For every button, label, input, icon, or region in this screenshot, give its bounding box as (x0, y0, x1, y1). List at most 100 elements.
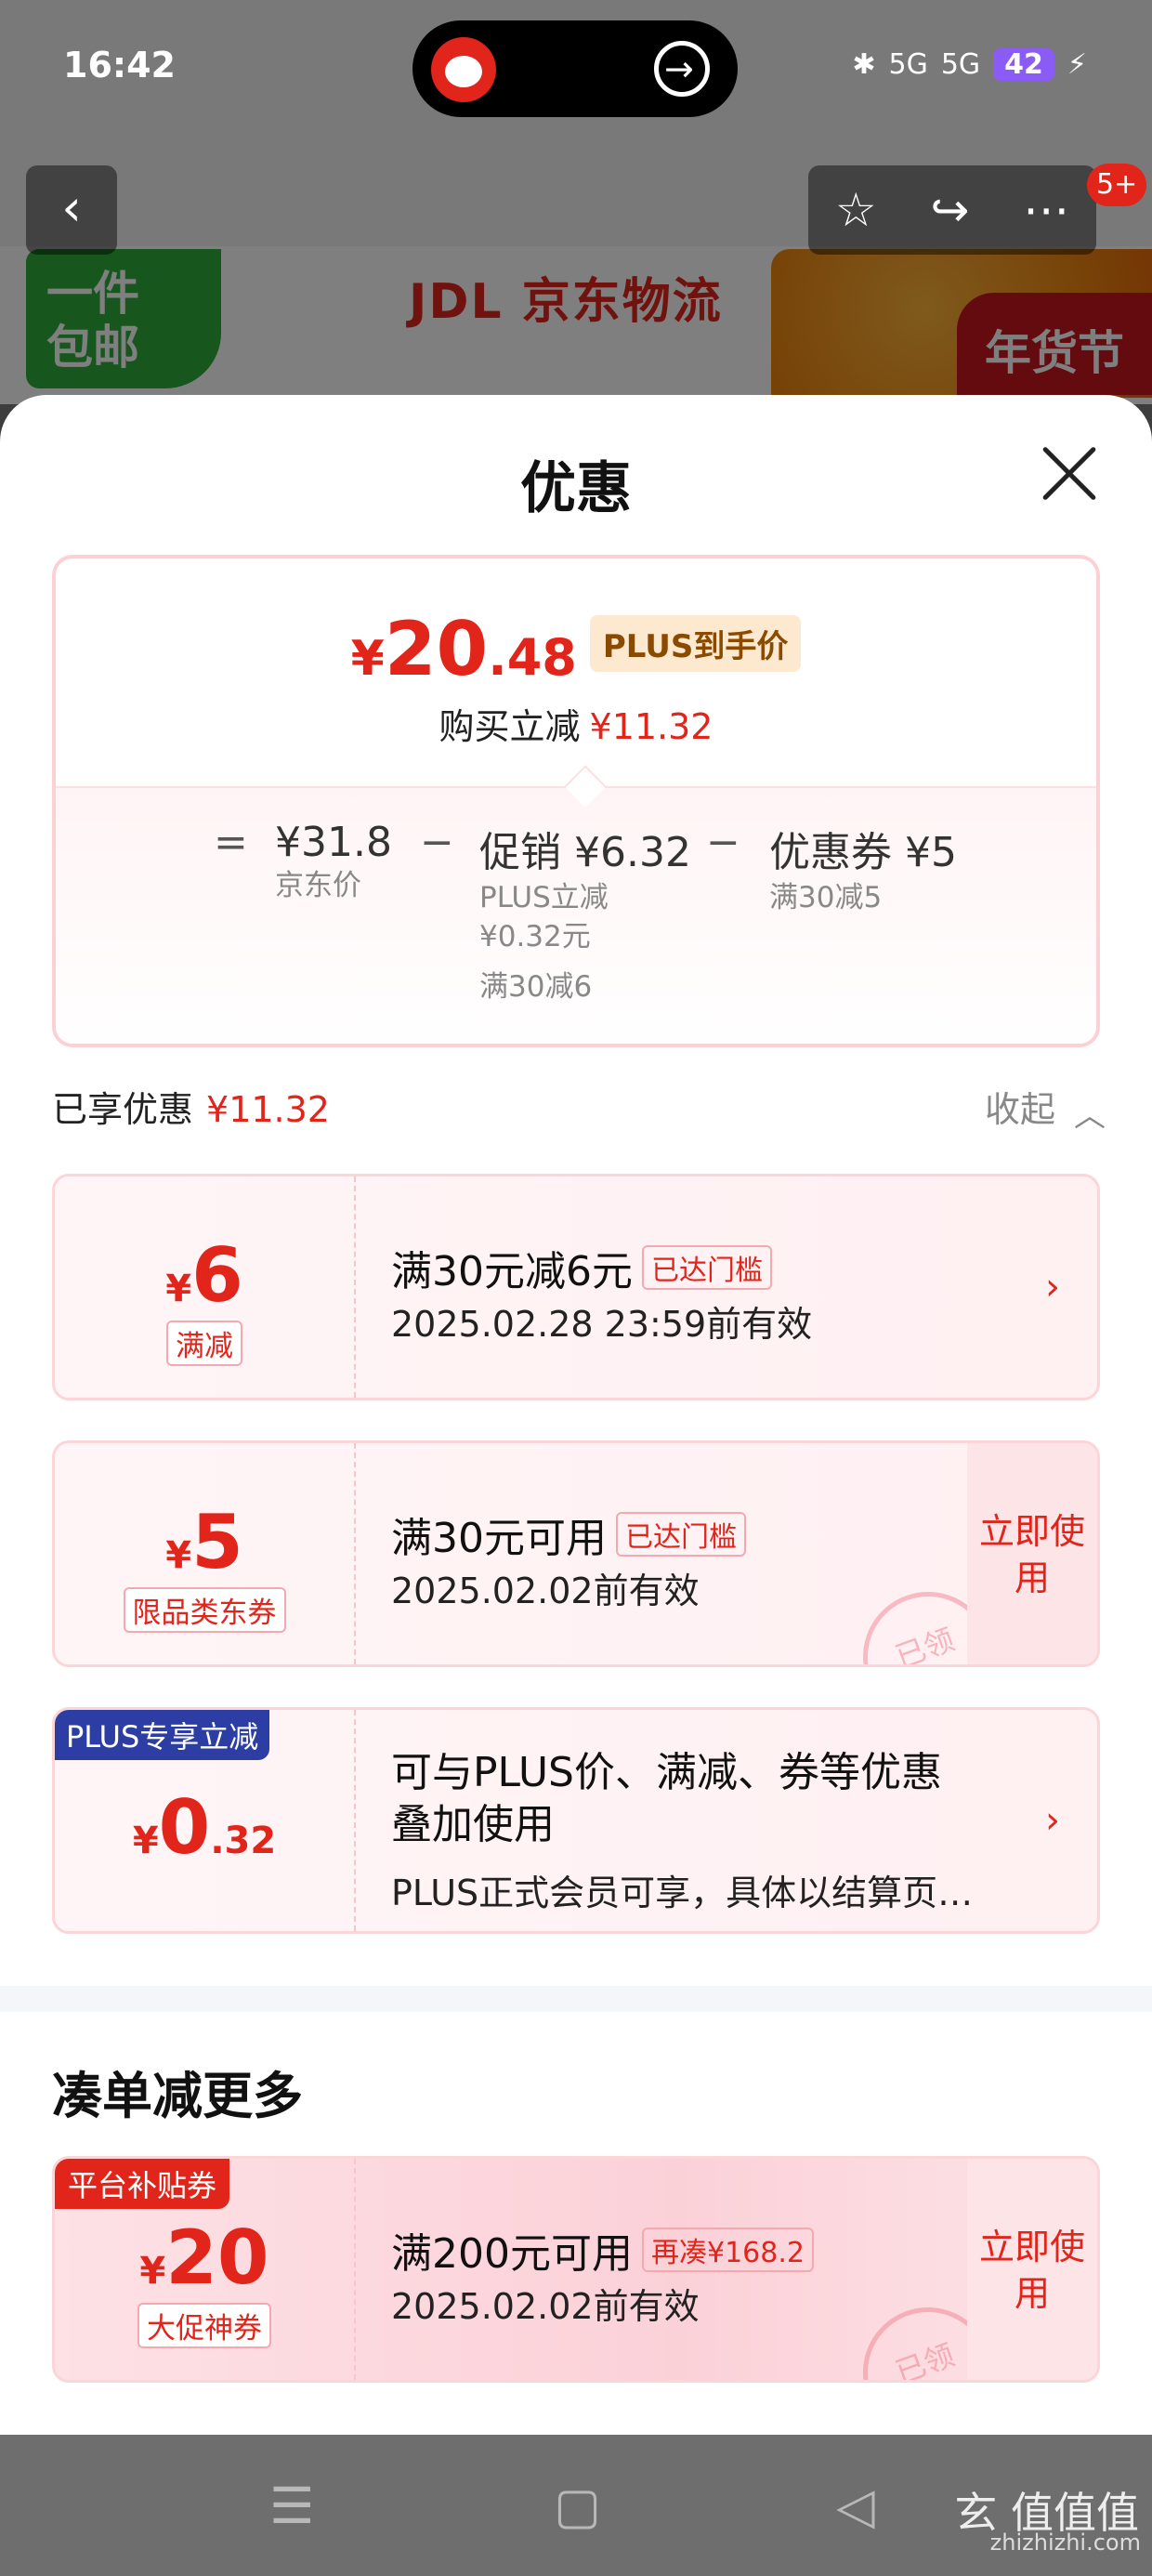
coupon-divider (354, 1443, 356, 1664)
menu-icon[interactable]: ☰ (269, 2477, 314, 2535)
saving-label: 购买立减 (439, 706, 581, 747)
coupon-divider (354, 1710, 356, 1931)
coupon-value: ¥5 (55, 1499, 354, 1585)
coupon-title-line2: 叠加使用 (391, 1801, 555, 1848)
battery-icon: 42 (993, 48, 1054, 81)
discount-sheet: 优惠 ¥20 .48 PLUS到手价 购买立减 ¥11.32 = ¥31.8 京东… (0, 395, 1152, 2435)
coupon-type-label: 满减 (166, 1321, 242, 1366)
coupon-yen: ¥ (165, 1268, 192, 1310)
coupon-platform[interactable]: 平台补贴券 ¥20 大促神券 满200元可用 再凑¥168.2 2025.02.0… (52, 2156, 1100, 2383)
promo-block: 促销 ¥6.32 PLUS立减 ¥0.32元 满30减6 (479, 819, 691, 1006)
bluetooth-icon: ✱ (852, 48, 876, 81)
use-now-button[interactable]: 立即使用 (967, 2159, 1097, 2380)
coupon-type: 满减 (55, 1321, 354, 1366)
price-summary-card: ¥20 .48 PLUS到手价 购买立减 ¥11.32 = ¥31.8 京东价 −… (52, 555, 1100, 1047)
nav-actions: ☆ ↪ ⋯ (808, 165, 1096, 255)
coupon-divider (354, 1176, 356, 1398)
chevron-right-icon[interactable]: › (1045, 1799, 1060, 1842)
coupon-yen: ¥ (132, 1820, 159, 1862)
coupon-full-reduce[interactable]: ¥6 满减 满30元减6元 已达门槛 2025.02.28 23:59前有效 › (52, 1174, 1100, 1400)
coupon-expiry: 2025.02.02前有效 (391, 2286, 700, 2327)
coupon-amount: 优惠券 ¥5 (769, 829, 957, 876)
coupon-category[interactable]: ¥5 限品类东券 满30元可用 已达门槛 2025.02.02前有效 已领 立即使… (52, 1440, 1100, 1667)
dynamic-island (412, 20, 738, 117)
coupon-block: 优惠券 ¥5 满30减5 (769, 819, 957, 917)
share-icon[interactable]: ↪ (930, 183, 969, 237)
price-integer: 20 (384, 606, 489, 692)
plus-description: PLUS正式会员可享，具体以结算页为准 (391, 1873, 986, 1913)
platform-corner-tag: 平台补贴券 (55, 2159, 230, 2209)
equals-sign: = (214, 819, 248, 866)
coupon-decimal: .32 (210, 1820, 277, 1862)
enjoyed-discount: 已享优惠 ¥11.32 (52, 1081, 330, 1132)
saving-amount: ¥11.32 (589, 706, 713, 747)
coupon-number: 6 (191, 1232, 243, 1319)
back-triangle-icon[interactable]: ◁ (836, 2477, 875, 2535)
enjoyed-amount: ¥11.32 (206, 1089, 330, 1130)
watermark-url: zhizhizhi.com (989, 2530, 1141, 2556)
signal-icon-1: 5G (888, 48, 928, 81)
coupon-title: 可与PLUS价、满减、券等优惠 叠加使用 (391, 1747, 942, 1851)
jd-price: ¥31.8 (275, 819, 392, 866)
message-badge: 5+ (1087, 164, 1147, 206)
coupon-value: ¥20 (55, 2215, 354, 2301)
promo-plus-label: PLUS立减 (479, 881, 609, 914)
coupon-type: 限品类东券 (55, 1587, 354, 1633)
favorite-icon[interactable]: ☆ (835, 183, 877, 237)
coupon-title-text: 满200元可用 (391, 2230, 633, 2278)
coupon-title: 满200元可用 再凑¥168.2 (391, 2220, 814, 2280)
minus-sign-1: − (420, 819, 454, 866)
threshold-badge: 已达门槛 (616, 1512, 746, 1557)
enjoyed-label: 已享优惠 (52, 1089, 194, 1130)
plus-price-tag: PLUS到手价 (589, 614, 802, 672)
coupon-type: 大促神券 (55, 2303, 354, 2348)
coupon-plus[interactable]: PLUS专享立减 ¥0.32 可与PLUS价、满减、券等优惠 叠加使用 PLUS… (52, 1707, 1100, 1934)
coupon-title-text: 满30元可用 (391, 1515, 607, 1562)
more-icon[interactable]: ⋯ (1023, 183, 1069, 237)
coupon-divider (354, 2159, 356, 2380)
minus-sign-2: − (706, 819, 740, 866)
promo-full-reduce: 满30减6 (479, 970, 593, 1004)
home-icon[interactable]: ▢ (554, 2477, 601, 2535)
coupon-number: 20 (165, 2215, 269, 2301)
threshold-badge: 已达门槛 (641, 1245, 772, 1290)
more-section-title: 凑单减更多 (52, 2067, 303, 2125)
close-icon[interactable] (1039, 443, 1100, 505)
coupon-yen: ¥ (139, 2250, 166, 2293)
coupon-type-label: 大促神券 (137, 2303, 271, 2348)
jd-app-icon (431, 37, 496, 102)
coupon-title-text: 满30元减6元 (391, 1248, 633, 1295)
collapse-button[interactable]: 收起 (985, 1081, 1055, 1132)
coupon-title-line1: 可与PLUS价、满减、券等优惠 (391, 1749, 942, 1796)
coupon-title: 满30元减6元 已达门槛 (391, 1238, 772, 1297)
jd-price-block: ¥31.8 京东价 (275, 819, 392, 905)
coupon-expiry: 2025.02.02前有效 (391, 1571, 700, 1611)
coupon-number: 5 (191, 1499, 243, 1585)
purchase-saving: 购买立减 ¥11.32 (56, 698, 1096, 749)
add-on-badge: 再凑¥168.2 (641, 2228, 814, 2272)
coupon-value: ¥6 (55, 1232, 354, 1319)
price-decimal: .48 (488, 628, 577, 687)
coupon-title: 满30元可用 已达门槛 (391, 1505, 746, 1564)
use-now-button[interactable]: 立即使用 (967, 1443, 1097, 1664)
coupon-yen: ¥ (165, 1534, 192, 1577)
status-time: 16:42 (63, 45, 176, 85)
charging-icon: ⚡ (1067, 48, 1087, 81)
sheet-title: 优惠 (520, 456, 632, 521)
chevron-right-icon[interactable]: › (1045, 1266, 1060, 1308)
plus-corner-tag: PLUS专享立减 (55, 1710, 270, 1760)
coupon-number: 0 (158, 1784, 211, 1871)
coupon-value: ¥0.32 (55, 1784, 354, 1871)
promo-amount: 促销 ¥6.32 (479, 829, 691, 876)
price-yen: ¥ (350, 631, 385, 687)
jd-price-label: 京东价 (275, 869, 361, 902)
coupon-condition: 满30减5 (769, 881, 883, 914)
back-button[interactable]: ‹ (26, 165, 117, 255)
login-icon (654, 41, 710, 97)
coupon-type-label: 限品类东券 (123, 1587, 286, 1633)
final-price-row: ¥20 .48 PLUS到手价 (56, 612, 1096, 687)
promo-plus-value: ¥0.32元 (479, 920, 591, 953)
section-divider (0, 1986, 1152, 2012)
coupon-expiry: 2025.02.28 23:59前有效 (391, 1304, 813, 1345)
chevron-up-icon[interactable]: ︿ (1074, 1090, 1106, 1136)
